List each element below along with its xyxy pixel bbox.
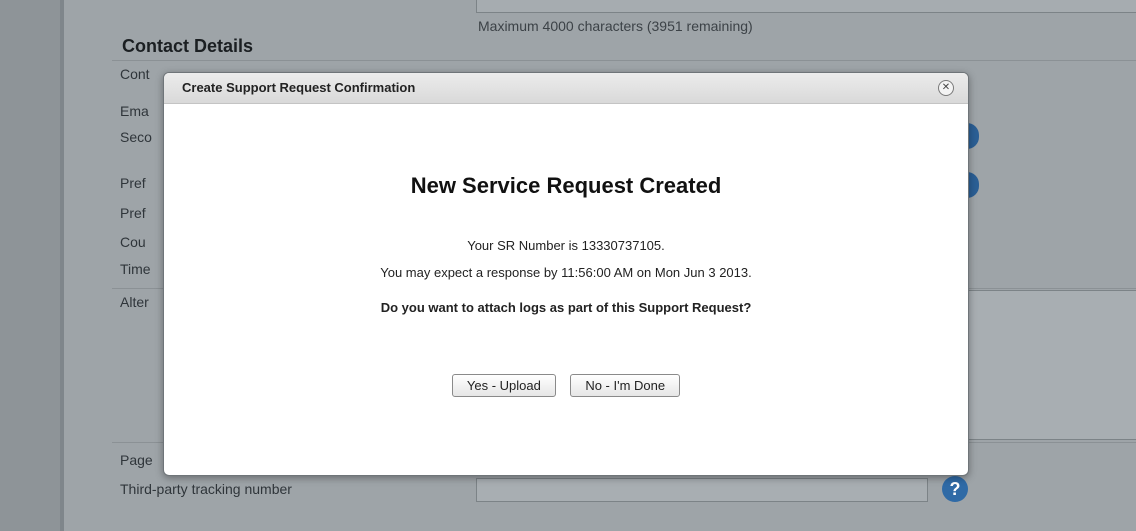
third-party-tracking-label: Third-party tracking number [120,481,292,497]
help-icon[interactable]: ? [942,476,968,502]
close-icon[interactable]: ✕ [938,80,954,96]
dialog-headline: New Service Request Created [410,173,722,198]
sr-number-text: Your SR Number is 13330737105. [467,238,665,253]
dialog-header: Create Support Request Confirmation ✕ [164,73,968,104]
dialog-button-row: Yes - Upload No - I'm Done [164,374,968,397]
preferred-label-1: Pref [120,175,146,191]
dialog-title: Create Support Request Confirmation [182,80,416,95]
third-party-tracking-input[interactable] [476,478,928,502]
alternate-label: Alter [120,294,149,310]
attach-logs-question: Do you want to attach logs as part of th… [380,300,752,315]
email-label: Ema [120,103,149,119]
left-rail [0,0,64,531]
timezone-label: Time [120,261,151,277]
country-label: Cou [120,234,146,250]
no-done-button[interactable]: No - I'm Done [570,374,681,397]
contact-details-heading: Contact Details [122,36,254,56]
secondary-label: Seco [120,129,152,145]
response-time-text: You may expect a response by 11:56:00 AM… [380,265,752,280]
char-count-text: Maximum 4000 characters (3951 remaining) [478,18,753,34]
contact-label: Cont [120,66,150,82]
divider [112,60,1136,61]
alternate-textarea[interactable] [967,290,1136,440]
yes-upload-button[interactable]: Yes - Upload [451,374,556,397]
preferred-label-2: Pref [120,205,146,221]
page-label: Page [120,452,153,468]
description-textarea[interactable] [476,0,1136,13]
confirmation-dialog: Create Support Request Confirmation ✕ Ne… [163,72,969,476]
